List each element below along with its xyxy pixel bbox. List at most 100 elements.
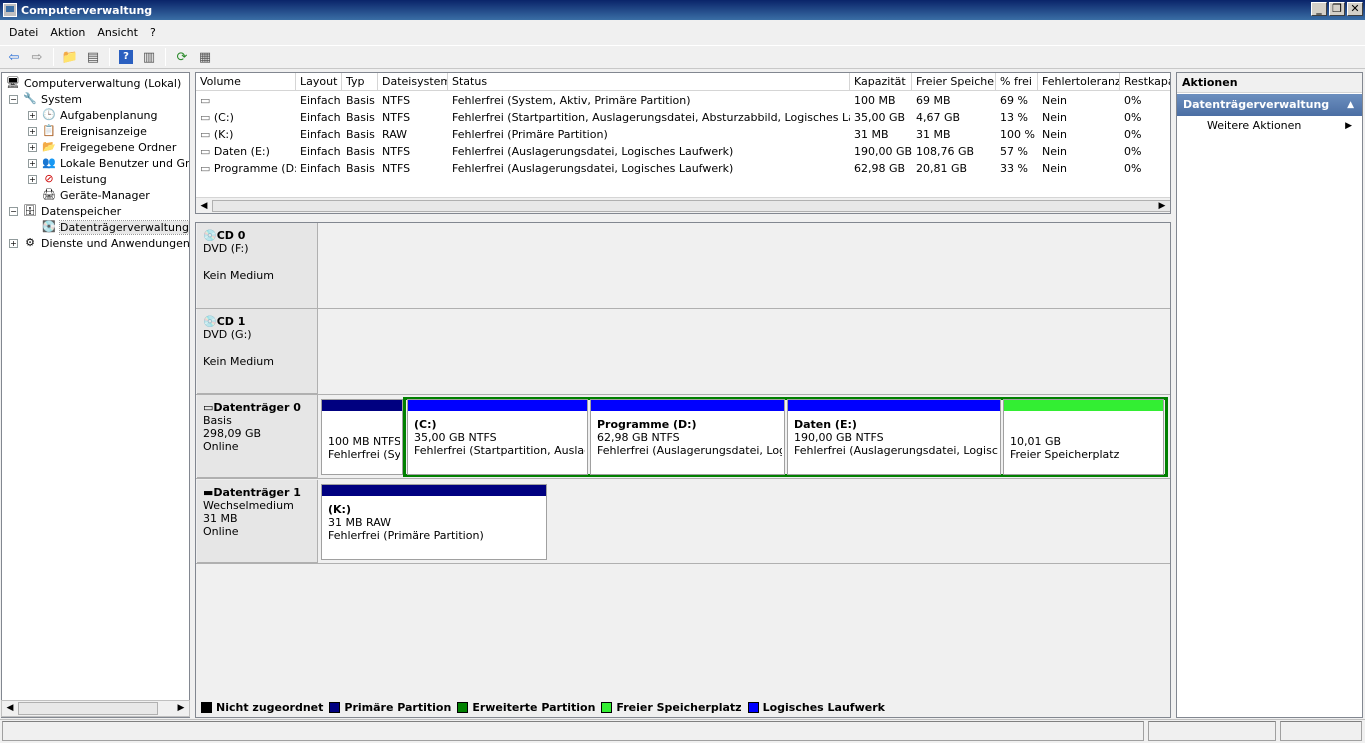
volume-name: (K:) [213,128,234,141]
submenu-arrow-icon: ▶ [1345,121,1352,131]
collapse-icon[interactable]: − [9,94,18,104]
partition-c[interactable]: (C:) 35,00 GB NTFS Fehlerfrei (Startpartit… [407,399,588,475]
volume-list-horizontal-scrollbar[interactable]: ◀ ▶ [196,197,1170,213]
volume-cell-status: Fehlerfrei (Auslagerungsdatei, Logisches… [452,162,734,175]
scroll-left-icon[interactable]: ◀ [4,702,16,714]
disk-info-1[interactable]: ▬Datenträger 1 Wechselmedium 31 MB Onlin… [197,480,318,563]
expand-icon[interactable]: + [28,142,37,152]
volume-cell-kap: 100 MB [854,94,896,107]
expand-icon[interactable]: + [28,110,37,120]
cd-drive-icon: 💿 [203,315,217,328]
expand-icon[interactable]: + [9,238,18,248]
col-volume[interactable]: Volume [196,73,296,91]
partition-k[interactable]: (K:) 31 MB RAW Fehlerfrei (Primäre Partiti… [321,484,547,560]
minimize-button[interactable]: _ [1311,2,1327,16]
restore-button[interactable]: ❐ [1329,2,1345,16]
disk-info-0[interactable]: ▭Datenträger 0 Basis 298,09 GB Online [197,395,318,478]
expand-icon[interactable]: + [28,174,37,184]
menu-bar: Datei Aktion Ansicht ? [0,22,1365,43]
scroll-right-icon[interactable]: ▶ [1156,200,1168,212]
tree-node-root[interactable]: 🖥 Computerverwaltung (Lokal) [5,75,181,91]
col-freier-speicher[interactable]: Freier Speicher [912,73,996,91]
col-kapazitaet[interactable]: Kapazität [850,73,912,91]
forward-icon[interactable]: ⇨ [27,47,47,67]
expand-icon[interactable]: + [28,126,37,136]
tree-node-lokale-benutzer[interactable]: +👥Lokale Benutzer und Gruppen [28,155,189,171]
menu-datei[interactable]: Datei [3,26,44,39]
tree-horizontal-scrollbar[interactable]: ◀ ▶ [1,700,190,717]
window-title: Computerverwaltung [21,3,153,17]
menu-aktion[interactable]: Aktion [44,26,91,39]
disk-row-1: ▬Datenträger 1 Wechselmedium 31 MB Onlin… [196,480,1170,564]
menu-help[interactable]: ? [144,26,162,39]
volume-cell-kap: 35,00 GB [854,111,906,124]
actions-section-datentraegerverwaltung[interactable]: Datenträgerverwaltung ▲ [1177,94,1362,116]
title-bar: Computerverwaltung _ ❐ ✕ [0,0,1365,20]
volume-cell-frei: 20,81 GB [916,162,968,175]
volume-cell-kap: 62,98 GB [854,162,906,175]
legend-unallocated: Nicht zugeordnet [201,701,323,714]
disk-info-cd1[interactable]: 💿CD 1 DVD (G:) Kein Medium [197,309,318,394]
refresh-icon[interactable]: ⟳ [172,47,192,67]
scroll-left-icon[interactable]: ◀ [198,200,210,212]
volume-cell-frei: 4,67 GB [916,111,961,124]
volume-icon: ▭ [200,111,214,124]
partition-free-space[interactable]: 10,01 GB Freier Speicherplatz [1003,399,1164,475]
volume-cell-pct: 69 % [1000,94,1028,107]
up-folder-icon[interactable]: 📁 [60,47,80,67]
scroll-thumb[interactable] [18,702,158,715]
col-fehlertoleranz[interactable]: Fehlertoleranz [1038,73,1120,91]
col-dateisystem[interactable]: Dateisystem [378,73,448,91]
close-button[interactable]: ✕ [1347,2,1363,16]
col-prozent-frei[interactable]: % frei [996,73,1038,91]
disk-row-cd0: 💿CD 0 DVD (F:) Kein Medium [196,223,1170,309]
services-icon: ⚙ [25,236,35,249]
tree-node-system[interactable]: − 🔧 System [9,91,82,107]
back-icon[interactable]: ⇦ [4,47,24,67]
volume-cell-pct: 33 % [1000,162,1028,175]
partition-d[interactable]: Programme (D:) 62,98 GB NTFS Fehlerfrei (A… [590,399,785,475]
volume-row[interactable]: ▭ Einfach Basis NTFS Fehlerfrei (System, Ak… [196,92,1170,109]
volume-row[interactable]: ▭ Programme (D:) Einfach Basis NTFS Fehlerfr… [196,160,1170,177]
legend-free: Freier Speicherplatz [601,701,742,714]
volume-row[interactable]: ▭ (C:) Einfach Basis NTFS Fehlerfrei (Startp… [196,109,1170,126]
col-restkapazitaet[interactable]: Restkapa [1120,73,1170,91]
tree-node-dienste[interactable]: + ⚙ Dienste und Anwendungen [9,235,189,251]
disk-row-0: ▭Datenträger 0 Basis 298,09 GB Online 10… [196,395,1170,479]
col-status[interactable]: Status [448,73,850,91]
volume-cell-frei: 108,76 GB [916,145,975,158]
properties-icon[interactable]: ▥ [139,47,159,67]
tree-node-datentraegerverwaltung[interactable]: 💽 Datenträgerverwaltung [41,219,189,235]
tree-node-aufgabenplanung[interactable]: + 🕒 Aufgabenplanung [28,107,158,123]
tree-node-datenspeicher[interactable]: − 🗄 Datenspeicher [9,203,121,219]
volume-cell-typ: Basis [346,162,375,175]
tree-node-freigegebene-ordner[interactable]: + 📂 Freigegebene Ordner [28,139,176,155]
tree-node-geraete-manager[interactable]: 🖨 Geräte-Manager [41,187,150,203]
status-panel-3 [1280,721,1362,741]
volume-row[interactable]: ▭ Daten (E:) Einfach Basis NTFS Fehlerfrei (… [196,143,1170,160]
tree-node-ereignisanzeige[interactable]: + 📋 Ereignisanzeige [28,123,147,139]
scroll-right-icon[interactable]: ▶ [175,702,187,714]
col-typ[interactable]: Typ [342,73,378,91]
volume-row[interactable]: ▭ (K:) Einfach Basis RAW Fehlerfrei (Primäre… [196,126,1170,143]
tree-node-leistung[interactable]: + ⊘ Leistung [28,171,107,187]
scroll-thumb[interactable] [212,200,1170,212]
show-hide-tree-icon[interactable]: ▤ [83,47,103,67]
export-list-icon[interactable]: ▦ [195,47,215,67]
action-weitere-aktionen[interactable]: Weitere Aktionen ▶ [1177,116,1362,136]
volume-cell-rest: 0% [1124,111,1142,124]
disk-info-cd0[interactable]: 💿CD 0 DVD (F:) Kein Medium [197,223,318,309]
col-layout[interactable]: Layout [296,73,342,91]
partition-e[interactable]: Daten (E:) 190,00 GB NTFS Fehlerfrei (Ausl… [787,399,1001,475]
partition-system[interactable]: 100 MB NTFS Fehlerfrei (Sys [321,399,403,475]
volume-cell-status: Fehlerfrei (Primäre Partition) [452,128,608,141]
collapse-icon[interactable]: − [9,206,18,216]
expand-icon[interactable]: + [28,158,37,168]
collapse-arrow-icon[interactable]: ▲ [1347,94,1354,116]
event-viewer-icon: 📋 [42,124,56,137]
help-icon[interactable]: ? [116,47,136,67]
volume-list-header: Volume Layout Typ Dateisystem Status Kap… [196,73,1170,91]
menu-ansicht[interactable]: Ansicht [91,26,144,39]
volume-cell-ft: Nein [1042,145,1068,158]
app-icon [3,3,17,17]
